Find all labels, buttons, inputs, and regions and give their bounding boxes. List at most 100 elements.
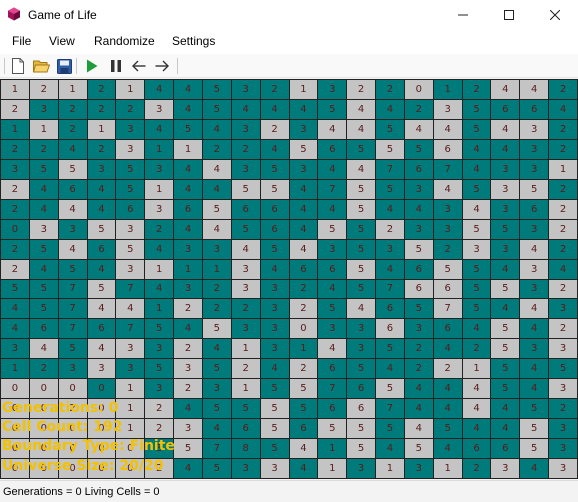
grid-cell[interactable]: 7 (58, 279, 87, 299)
grid-cell[interactable]: 6 (289, 259, 318, 279)
grid-cell[interactable]: 4 (145, 279, 174, 299)
grid-cell[interactable]: 5 (520, 419, 549, 439)
grid-cell[interactable]: 5 (202, 199, 231, 219)
grid-cell[interactable]: 4 (347, 119, 376, 139)
grid-cell[interactable]: 4 (433, 399, 462, 419)
grid-cell[interactable]: 4 (87, 259, 116, 279)
grid-cell[interactable]: 1 (231, 379, 260, 399)
grid-cell[interactable]: 5 (462, 179, 491, 199)
grid-cell[interactable]: 4 (520, 299, 549, 319)
grid-cell[interactable]: 3 (87, 159, 116, 179)
grid-cell[interactable]: 5 (347, 139, 376, 159)
grid-cell[interactable]: 2 (145, 419, 174, 439)
grid-cell[interactable]: 3 (145, 379, 174, 399)
grid-cell[interactable]: 3 (231, 319, 260, 339)
maximize-button[interactable] (486, 0, 532, 30)
grid-cell[interactable]: 3 (520, 279, 549, 299)
grid-cell[interactable]: 7 (433, 299, 462, 319)
grid-cell[interactable]: 3 (116, 139, 145, 159)
save-button[interactable] (55, 57, 73, 75)
grid-cell[interactable]: 2 (462, 80, 491, 99)
grid-cell[interactable]: 5 (174, 119, 202, 139)
grid-cell[interactable]: 5 (404, 439, 433, 459)
open-folder-button[interactable] (32, 57, 50, 75)
grid-cell[interactable]: 1 (289, 80, 318, 99)
grid-cell[interactable]: 3 (231, 459, 260, 478)
grid-cell[interactable]: 6 (404, 259, 433, 279)
grid-cell[interactable]: 2 (174, 379, 202, 399)
grid-cell[interactable]: 6 (231, 419, 260, 439)
grid-cell[interactable]: 7 (318, 379, 347, 399)
grid-cell[interactable]: 5 (376, 339, 404, 359)
grid-cell[interactable]: 0 (29, 379, 58, 399)
grid-cell[interactable]: 7 (202, 439, 231, 459)
grid-cell[interactable]: 3 (1, 159, 29, 179)
grid-cell[interactable]: 4 (289, 459, 318, 478)
grid-cell[interactable]: 7 (58, 299, 87, 319)
grid-cell[interactable]: 0 (1, 379, 29, 399)
grid-cell[interactable]: 2 (433, 239, 462, 259)
grid-cell[interactable]: 3 (87, 359, 116, 379)
grid-cell[interactable]: 4 (87, 339, 116, 359)
grid-cell[interactable]: 4 (462, 399, 491, 419)
grid-cell[interactable]: 1 (549, 159, 577, 179)
step-forward-button[interactable] (153, 57, 171, 75)
grid-cell[interactable]: 2 (202, 299, 231, 319)
grid-cell[interactable]: 5 (289, 379, 318, 399)
grid-cell[interactable]: 3 (174, 359, 202, 379)
grid-cell[interactable]: 7 (318, 179, 347, 199)
grid-cell[interactable]: 7 (433, 159, 462, 179)
grid-cell[interactable]: 6 (29, 319, 58, 339)
grid-cell[interactable]: 5 (58, 159, 87, 179)
grid-cell[interactable]: 2 (549, 399, 577, 419)
menu-randomize[interactable]: Randomize (94, 34, 155, 48)
grid-cell[interactable]: 3 (29, 99, 58, 119)
grid-cell[interactable]: 3 (347, 459, 376, 478)
grid-cell[interactable]: 5 (404, 299, 433, 319)
grid-cell[interactable]: 6 (318, 139, 347, 159)
grid-cell[interactable]: 4 (462, 419, 491, 439)
grid-cell[interactable]: 2 (462, 459, 491, 478)
grid-cell[interactable]: 3 (491, 199, 520, 219)
grid-cell[interactable]: 2 (116, 99, 145, 119)
grid-cell[interactable]: 0 (1, 219, 29, 239)
grid-cell[interactable]: 4 (462, 139, 491, 159)
grid-cell[interactable]: 3 (231, 119, 260, 139)
step-back-button[interactable] (130, 57, 148, 75)
grid-cell[interactable]: 1 (1, 119, 29, 139)
grid-cell[interactable]: 4 (231, 99, 260, 119)
grid-cell[interactable]: 3 (376, 239, 404, 259)
grid-cell[interactable]: 5 (260, 239, 289, 259)
grid-cell[interactable]: 2 (87, 80, 116, 99)
grid-cell[interactable]: 1 (145, 179, 174, 199)
grid-cell[interactable]: 2 (462, 339, 491, 359)
grid-cell[interactable]: 5 (433, 419, 462, 439)
grid-cell[interactable]: 3 (289, 159, 318, 179)
grid-cell[interactable]: 4 (433, 379, 462, 399)
grid-cell[interactable]: 4 (318, 279, 347, 299)
grid-cell[interactable]: 3 (116, 119, 145, 139)
grid-cell[interactable]: 2 (202, 139, 231, 159)
grid-cell[interactable]: 4 (29, 259, 58, 279)
grid-cell[interactable]: 5 (318, 299, 347, 319)
grid-cell[interactable]: 5 (347, 219, 376, 239)
grid-cell[interactable]: 5 (347, 439, 376, 459)
grid-cell[interactable]: 4 (29, 179, 58, 199)
grid-cell[interactable]: 5 (202, 99, 231, 119)
grid-cell[interactable]: 5 (260, 439, 289, 459)
grid-cell[interactable]: 5 (231, 219, 260, 239)
grid-cell[interactable]: 4 (520, 80, 549, 99)
grid-cell[interactable]: 2 (29, 359, 58, 379)
grid-cell[interactable]: 3 (318, 239, 347, 259)
grid-cell[interactable]: 5 (260, 399, 289, 419)
grid-cell[interactable]: 4 (87, 299, 116, 319)
grid-cell[interactable]: 4 (58, 139, 87, 159)
grid-cell[interactable]: 3 (145, 159, 174, 179)
grid-cell[interactable]: 4 (289, 99, 318, 119)
grid-cell[interactable]: 3 (491, 459, 520, 478)
grid-cell[interactable]: 2 (145, 399, 174, 419)
grid-cell[interactable]: 4 (462, 319, 491, 339)
grid-cell[interactable]: 2 (289, 359, 318, 379)
grid-cell[interactable]: 0 (87, 379, 116, 399)
grid-cell[interactable]: 4 (29, 339, 58, 359)
